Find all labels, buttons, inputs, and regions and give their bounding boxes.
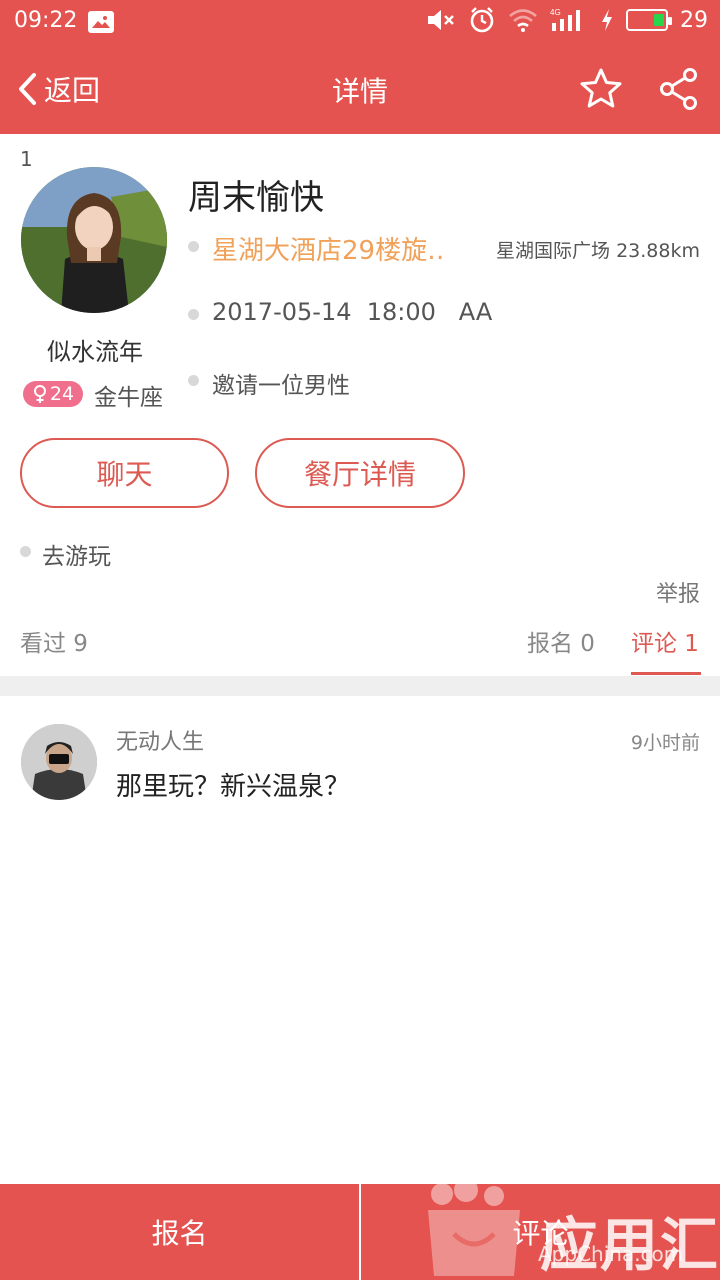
comment-button[interactable]: 评论: [361, 1184, 720, 1280]
share-icon: [660, 68, 697, 110]
gallery-notification-icon: [88, 11, 114, 33]
event-datetime: 2017-05-14 18:00 AA: [212, 298, 493, 326]
status-bar: 09:22 4G 29: [0, 0, 720, 44]
restaurant-details-button[interactable]: 餐厅详情: [255, 438, 465, 508]
venue-link[interactable]: 星湖大酒店29楼旋‥: [212, 230, 474, 267]
host-name: 似水流年: [47, 338, 143, 366]
signup-button[interactable]: 报名: [0, 1184, 359, 1280]
event-card: 1 似水流年 24 金牛座 周末愉快 星湖大酒店29楼旋‥ 星湖国际广场 23.…: [0, 134, 720, 676]
chat-button[interactable]: 聊天: [20, 438, 229, 508]
mute-icon: [428, 10, 454, 30]
invite-target: 邀请一位男性: [212, 373, 350, 399]
section-divider: [0, 676, 720, 696]
favorite-button[interactable]: [578, 66, 624, 112]
tab-comments[interactable]: 评论 1: [631, 624, 699, 658]
battery-icon: [626, 9, 672, 31]
bullet-dot: [188, 375, 199, 386]
active-tab-indicator: [631, 672, 701, 675]
bullet-dot: [188, 309, 199, 320]
host-zodiac: 金牛座: [94, 385, 163, 411]
commenter-avatar[interactable]: [21, 724, 97, 800]
star-icon: [580, 68, 622, 108]
bullet-dot: [20, 546, 31, 557]
event-tag: 去游玩: [42, 544, 111, 570]
signal-icon: 4G: [550, 8, 580, 31]
venue-distance: 星湖国际广场 23.88km: [496, 240, 700, 262]
comment-text: 那里玩？新兴温泉？: [116, 772, 351, 802]
host-avatar[interactable]: [21, 167, 167, 313]
comment-username: 无动人生: [116, 730, 205, 755]
event-title: 周末愉快: [188, 178, 324, 218]
battery-level: 29: [680, 7, 708, 33]
views-count: 看过 9: [20, 631, 88, 657]
comment-time: 9小时前: [630, 732, 700, 754]
female-icon: [33, 385, 46, 403]
gender-age-badge: 24: [23, 381, 83, 407]
host-age: 24: [49, 383, 75, 405]
comment-item: 无动人生 9小时前 那里玩？新兴温泉？: [0, 696, 720, 816]
share-button[interactable]: [656, 66, 702, 112]
status-icons: 4G 29: [426, 6, 708, 34]
charging-icon: [602, 9, 612, 31]
report-link[interactable]: 举报: [656, 576, 700, 608]
event-index: 1: [20, 147, 33, 171]
bullet-dot: [188, 241, 199, 252]
tab-signups[interactable]: 报名 0: [527, 624, 595, 658]
status-time: 09:22: [14, 8, 78, 33]
nav-bar: 返回 详情: [0, 44, 720, 134]
wifi-icon: [509, 9, 537, 32]
svg-text:4G: 4G: [550, 8, 561, 17]
alarm-icon: [470, 7, 494, 33]
bottom-action-bar: 报名 评论: [0, 1184, 720, 1280]
